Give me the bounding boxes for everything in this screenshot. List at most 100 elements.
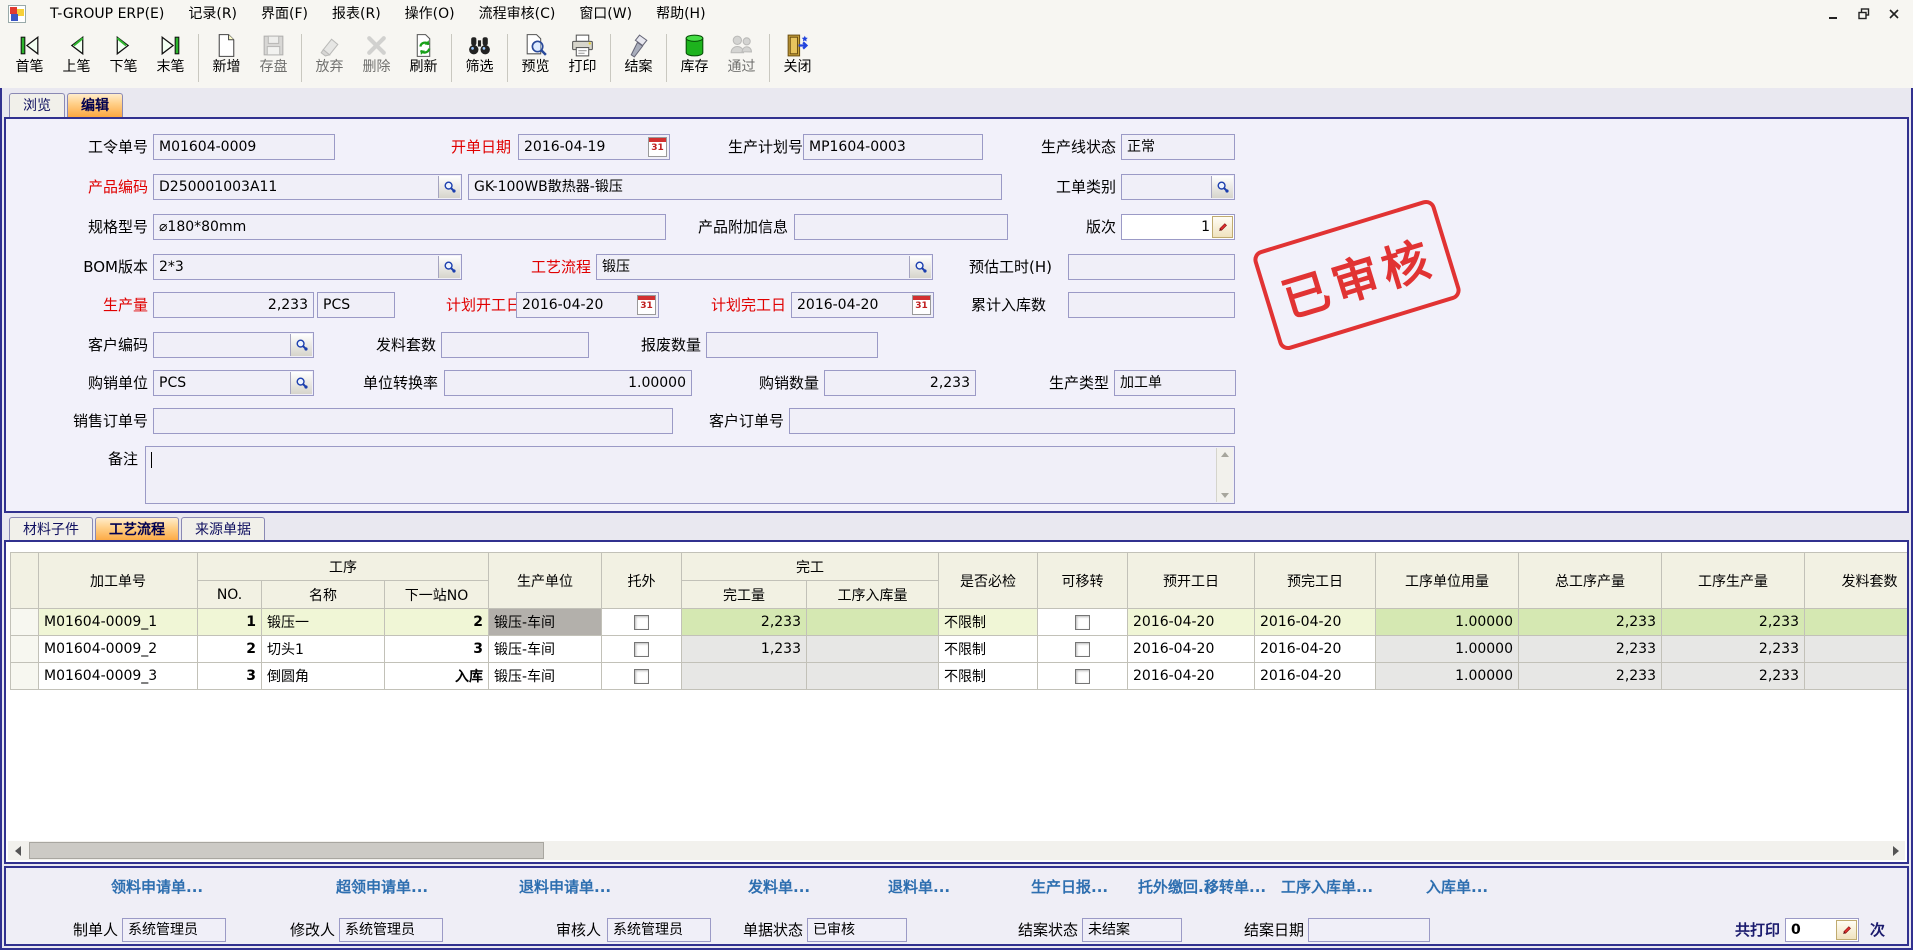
- remark-textarea[interactable]: [145, 446, 1235, 504]
- tab-material-components[interactable]: 材料子件: [9, 517, 93, 542]
- calendar-icon[interactable]: 31: [648, 137, 667, 157]
- exit-button[interactable]: 关闭: [774, 30, 821, 88]
- inventory-button[interactable]: 库存: [671, 30, 718, 88]
- menu-record[interactable]: 记录(R): [176, 2, 249, 26]
- tab-edit[interactable]: 编辑: [67, 93, 123, 118]
- menu-flow-audit[interactable]: 流程审核(C): [467, 2, 568, 26]
- scroll-up-icon[interactable]: [1217, 448, 1233, 461]
- col-must-inspect: 是否必检: [939, 553, 1038, 609]
- menu-operation[interactable]: 操作(O): [393, 2, 467, 26]
- tab-browse[interactable]: 浏览: [9, 93, 65, 118]
- link-inbound-doc[interactable]: 入库单...: [1426, 876, 1488, 897]
- conversion-rate-field[interactable]: 1.00000: [444, 370, 692, 396]
- link-return-doc[interactable]: 退料单...: [888, 876, 950, 897]
- close-icon[interactable]: [1879, 4, 1909, 24]
- minimize-icon[interactable]: [1819, 4, 1849, 24]
- menu-help[interactable]: 帮助(H): [644, 2, 717, 26]
- restore-icon[interactable]: [1849, 4, 1879, 24]
- work-order-no-field[interactable]: M01604-0009: [153, 134, 335, 160]
- order-date-field[interactable]: 2016-04-1931: [518, 134, 670, 160]
- outsourced-checkbox[interactable]: [634, 669, 649, 684]
- menu-interface[interactable]: 界面(F): [249, 2, 320, 26]
- refresh-button[interactable]: 刷新: [400, 30, 447, 88]
- tab-source-documents[interactable]: 来源单据: [181, 517, 265, 542]
- doc-status-label: 单据状态: [729, 918, 803, 942]
- edit-pen-icon[interactable]: [1836, 920, 1857, 940]
- horizontal-scrollbar[interactable]: [8, 841, 1905, 860]
- spec-model-field[interactable]: ⌀180*80mm: [153, 214, 666, 240]
- print-button[interactable]: 打印: [559, 30, 606, 88]
- row-selector[interactable]: [11, 636, 39, 663]
- link-transfer-doc[interactable]: 移转单...: [1204, 876, 1266, 897]
- sales-qty-field[interactable]: 2,233: [824, 370, 976, 396]
- row-selector[interactable]: [11, 663, 39, 690]
- customer-code-field[interactable]: [153, 332, 314, 358]
- link-over-request[interactable]: 超领申请单...: [336, 876, 428, 897]
- production-type-field[interactable]: 加工单: [1114, 370, 1236, 396]
- version-field[interactable]: 1: [1121, 214, 1235, 240]
- menu-window[interactable]: 窗口(W): [567, 2, 644, 26]
- scroll-left-icon[interactable]: [8, 841, 27, 860]
- material-sets-field[interactable]: [441, 332, 589, 358]
- link-production-daily[interactable]: 生产日报...: [1031, 876, 1108, 897]
- total-in-qty-field[interactable]: [1068, 292, 1235, 318]
- lookup-icon[interactable]: [290, 372, 312, 394]
- view-tabs: 浏览 编辑: [9, 93, 125, 118]
- production-unit-field[interactable]: PCS: [317, 292, 395, 318]
- outsourced-checkbox[interactable]: [634, 615, 649, 630]
- row-selector[interactable]: [11, 609, 39, 636]
- lookup-icon[interactable]: [1211, 176, 1233, 198]
- print-count-field[interactable]: 0: [1785, 918, 1859, 942]
- plan-start-field[interactable]: 2016-04-2031: [516, 292, 659, 318]
- product-extra-field[interactable]: [794, 214, 1008, 240]
- menu-report[interactable]: 报表(R): [320, 2, 393, 26]
- scrollbar-thumb[interactable]: [29, 842, 544, 859]
- link-issue-doc[interactable]: 发料单...: [748, 876, 810, 897]
- sales-unit-field[interactable]: PCS: [153, 370, 314, 396]
- first-record-button[interactable]: 首笔: [6, 30, 53, 88]
- total-in-qty-label: 累计入库数: [951, 292, 1046, 318]
- toolbar-separator: [301, 34, 302, 82]
- preview-button[interactable]: 预览: [512, 30, 559, 88]
- process-flow-field[interactable]: 锻压: [596, 254, 933, 280]
- transferable-checkbox[interactable]: [1075, 642, 1090, 657]
- scrap-qty-field[interactable]: [706, 332, 878, 358]
- order-category-field[interactable]: [1121, 174, 1235, 200]
- est-hours-field[interactable]: [1068, 254, 1235, 280]
- link-return-request[interactable]: 退料申请单...: [519, 876, 611, 897]
- lookup-icon[interactable]: [438, 256, 460, 278]
- plan-finish-field[interactable]: 2016-04-2031: [791, 292, 934, 318]
- close-case-button[interactable]: 结案: [615, 30, 662, 88]
- customer-order-no-field[interactable]: [789, 408, 1235, 434]
- transferable-checkbox[interactable]: [1075, 669, 1090, 684]
- filter-button[interactable]: 筛选: [456, 30, 503, 88]
- product-code-field[interactable]: D250001003A11: [153, 174, 462, 200]
- bom-version-field[interactable]: 2*3: [153, 254, 462, 280]
- lookup-icon[interactable]: [290, 334, 312, 356]
- link-process-inbound[interactable]: 工序入库单...: [1281, 876, 1373, 897]
- lookup-icon[interactable]: [909, 256, 931, 278]
- last-record-button[interactable]: 末笔: [147, 30, 194, 88]
- menu-tgroup-erp[interactable]: T-GROUP ERP(E): [38, 2, 176, 26]
- sales-order-no-field[interactable]: [153, 408, 673, 434]
- calendar-icon[interactable]: 31: [912, 295, 931, 315]
- tab-process-flow[interactable]: 工艺流程: [95, 517, 179, 542]
- new-button[interactable]: 新增: [203, 30, 250, 88]
- lookup-icon[interactable]: [438, 176, 460, 198]
- calendar-icon[interactable]: 31: [637, 295, 656, 315]
- prev-record-button[interactable]: 上笔: [53, 30, 100, 88]
- product-name-field[interactable]: GK-100WB散热器-锻压: [468, 174, 1002, 200]
- production-qty-field[interactable]: 2,233: [153, 292, 314, 318]
- menu-bar: T-GROUP ERP(E) 记录(R) 界面(F) 报表(R) 操作(O) 流…: [0, 0, 1913, 29]
- scroll-right-icon[interactable]: [1886, 841, 1905, 860]
- transferable-checkbox[interactable]: [1075, 615, 1090, 630]
- outsourced-checkbox[interactable]: [634, 642, 649, 657]
- edit-pen-icon[interactable]: [1212, 216, 1233, 238]
- production-plan-no-field[interactable]: MP1604-0003: [803, 134, 983, 160]
- col-name: 名称: [262, 581, 385, 609]
- next-record-button[interactable]: 下笔: [100, 30, 147, 88]
- selected-cell[interactable]: 锻压-车间: [489, 609, 602, 636]
- line-status-field[interactable]: 正常: [1121, 134, 1235, 160]
- link-material-request[interactable]: 领料申请单...: [111, 876, 203, 897]
- scroll-down-icon[interactable]: [1217, 489, 1233, 502]
